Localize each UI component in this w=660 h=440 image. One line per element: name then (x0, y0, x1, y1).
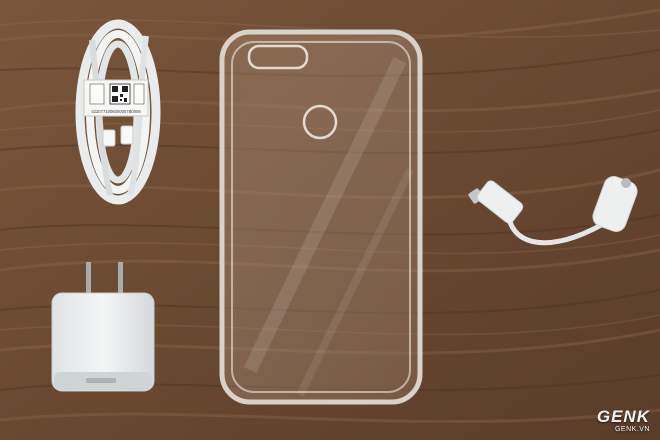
photo-canvas: 4220771006000007B0006 (0, 0, 660, 440)
qr-code-icon (109, 83, 131, 105)
genk-logo: GENK (596, 407, 650, 426)
cable-label-tag: 4220771006000007B0006 (83, 79, 149, 117)
cable-serial-text: 4220771006000007B0006 (91, 109, 141, 114)
watermark: GENK GENK.VN (597, 408, 650, 434)
photo-scene: 4220771006000007B0006 GENK GENK.VN (0, 0, 660, 440)
clear-phone-case (219, 29, 423, 405)
watermark-site: GENK.VN (614, 426, 650, 433)
